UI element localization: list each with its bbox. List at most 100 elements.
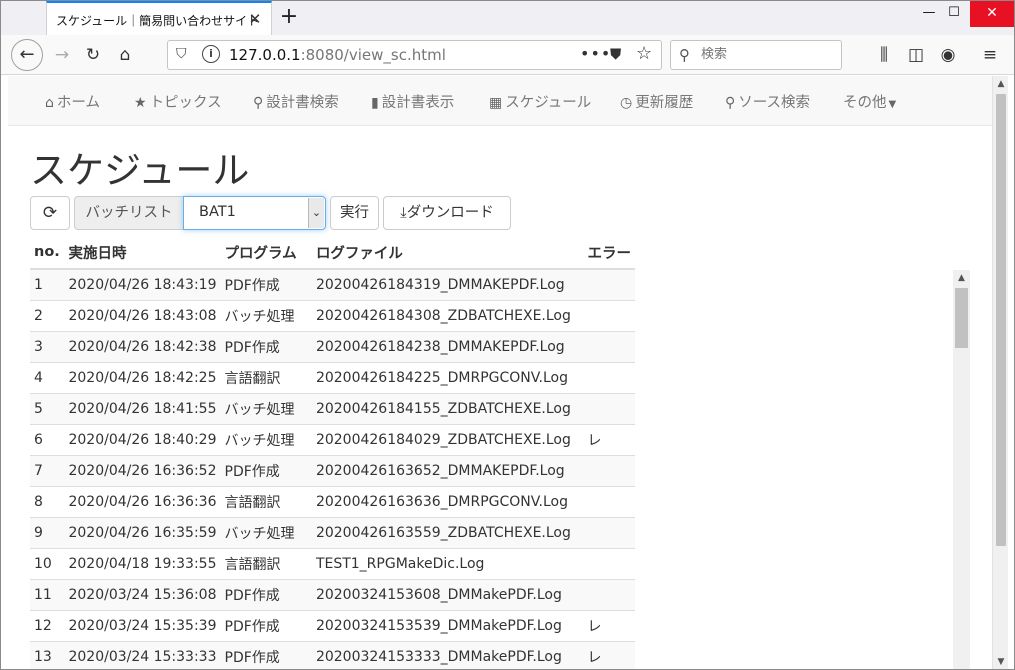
scroll-up-icon[interactable]: ▲: [953, 270, 970, 287]
cell-logfile[interactable]: 20200426184308_ZDBATCHEXE.Log: [311, 299, 584, 331]
maximize-icon[interactable]: ☐: [938, 1, 970, 27]
scroll-up-icon[interactable]: ▲: [993, 76, 1009, 92]
bookmark-star-icon[interactable]: ☆: [636, 43, 652, 64]
table-row[interactable]: 6 2020/04/26 18:40:29 バッチ処理 20200426184029_…: [30, 423, 635, 455]
calendar-icon: ▦: [489, 95, 503, 111]
book-icon: ▮: [371, 95, 379, 111]
more-actions-icon[interactable]: •••: [580, 44, 611, 63]
cell-no: 6: [30, 423, 65, 455]
shield-icon[interactable]: ⛉: [176, 46, 187, 62]
cell-error: [583, 454, 635, 486]
scroll-down-icon[interactable]: ▼: [993, 654, 1009, 669]
search-box[interactable]: ⚲: [670, 40, 842, 70]
cell-datetime: 2020/03/24 15:33:33: [64, 640, 221, 669]
table-row[interactable]: 8 2020/04/26 16:36:36 言語翻訳 20200426163636_D…: [30, 485, 635, 517]
sidebar-icon[interactable]: ◫: [901, 40, 931, 70]
table-row[interactable]: 2 2020/04/26 18:43:08 バッチ処理 20200426184308_…: [30, 299, 635, 331]
info-icon[interactable]: i: [202, 45, 220, 63]
account-icon[interactable]: ◉: [933, 40, 963, 70]
cell-no: 11: [30, 578, 65, 610]
nav-home[interactable]: ⌂ ホーム: [45, 91, 100, 112]
cell-datetime: 2020/04/26 16:36:52: [64, 454, 221, 486]
table-row[interactable]: 5 2020/04/26 18:41:55 バッチ処理 20200426184155_…: [30, 392, 635, 424]
refresh-icon: ⟳: [42, 203, 58, 223]
nav-design-view[interactable]: ▮ 設計書表示: [371, 91, 454, 112]
cell-logfile[interactable]: 20200426184238_DMMAKEPDF.Log: [311, 330, 584, 362]
cell-datetime: 2020/04/26 16:36:36: [64, 485, 221, 517]
cell-logfile[interactable]: 20200426163652_DMMAKEPDF.Log: [311, 454, 584, 486]
chevron-down-icon[interactable]: ⌄: [308, 198, 324, 228]
library-icon[interactable]: ⫼: [869, 40, 899, 70]
run-button[interactable]: 実行: [330, 196, 379, 230]
refresh-button[interactable]: ⟳: [30, 196, 70, 230]
cell-program: PDF作成: [220, 268, 312, 300]
table-scrollbar[interactable]: ▲: [953, 270, 970, 669]
download-button[interactable]: ⤓ダウンロード: [383, 196, 511, 230]
reload-icon[interactable]: ↻: [78, 40, 108, 70]
cell-logfile[interactable]: 20200426184319_DMMAKEPDF.Log: [311, 268, 584, 300]
cell-program: 言語翻訳: [220, 485, 312, 517]
table-row[interactable]: 3 2020/04/26 18:42:38 PDF作成 20200426184238_…: [30, 330, 635, 362]
cell-error: [583, 547, 635, 579]
pocket-icon[interactable]: ⛊: [610, 45, 621, 63]
schedule-table: no. 実施日時 プログラム ログファイル エラー 1 2020/04/26 18…: [30, 236, 635, 669]
table-row[interactable]: 10 2020/04/18 19:33:55 言語翻訳 TEST1_RPGMakeDi…: [30, 547, 635, 579]
home-icon[interactable]: ⌂: [110, 40, 140, 70]
nav-schedule[interactable]: ▦ スケジュール: [489, 91, 591, 112]
search-input[interactable]: [701, 47, 831, 62]
browser-window: スケジュール｜簡易問い合わせサイト ✕ + — ☐ ✕ ← → ↻ ⌂ ⛉ i …: [0, 0, 1015, 670]
nav-history[interactable]: ◷ 更新履歴: [620, 91, 693, 112]
search-icon: ⚲: [679, 46, 690, 64]
table-row[interactable]: 4 2020/04/26 18:42:25 言語翻訳 20200426184225_D…: [30, 361, 635, 393]
cell-program: PDF作成: [220, 578, 312, 610]
cell-error: [583, 485, 635, 517]
home-icon: ⌂: [45, 95, 54, 111]
table-row[interactable]: 7 2020/04/26 16:36:52 PDF作成 20200426163652_…: [30, 454, 635, 486]
cell-logfile[interactable]: 20200324153539_DMMakePDF.Log: [311, 609, 584, 641]
forward-icon[interactable]: →: [47, 40, 77, 70]
cell-program: PDF作成: [220, 609, 312, 641]
cell-logfile[interactable]: TEST1_RPGMakeDic.Log: [311, 547, 584, 579]
site-navbar: ⌂ ホーム ★ トピックス ⚲ 設計書検索 ▮ 設計書表示 ▦ スケジュール ◷ 更新履歴 …: [8, 76, 992, 126]
url-text[interactable]: 127.0.0.1:8080/view_sc.html: [229, 46, 446, 64]
cell-datetime: 2020/04/26 18:43:08: [64, 299, 221, 331]
cell-logfile[interactable]: 20200324153608_DMMakePDF.Log: [311, 578, 584, 610]
nav-design-view-label: 設計書表示: [381, 95, 455, 111]
cell-program: バッチ処理: [220, 299, 312, 331]
cell-program: バッチ処理: [220, 423, 312, 455]
cell-datetime: 2020/03/24 15:35:39: [64, 609, 221, 641]
window-close-icon[interactable]: ✕: [970, 1, 1014, 27]
cell-datetime: 2020/04/26 18:43:19: [64, 268, 221, 300]
hamburger-menu-icon[interactable]: ≡: [975, 40, 1005, 70]
table-row[interactable]: 9 2020/04/26 16:35:59 バッチ処理 20200426163559_…: [30, 516, 635, 548]
cell-logfile[interactable]: 20200426184225_DMRPGCONV.Log: [311, 361, 584, 393]
cell-logfile[interactable]: 20200324153333_DMMakePDF.Log: [311, 640, 584, 669]
cell-error: レ: [583, 609, 635, 641]
table-row[interactable]: 1 2020/04/26 18:43:19 PDF作成 20200426184319_…: [30, 268, 635, 300]
nav-other[interactable]: その他 ▼: [843, 91, 899, 112]
column-header-program: プログラム: [220, 236, 312, 270]
page-scrollbar[interactable]: ▲ ▼: [992, 76, 1009, 669]
cell-error: [583, 268, 635, 300]
batch-select[interactable]: BAT1 ⌄: [183, 196, 326, 230]
new-tab-icon[interactable]: +: [277, 5, 301, 31]
cell-logfile[interactable]: 20200426163636_DMRPGCONV.Log: [311, 485, 584, 517]
table-row[interactable]: 13 2020/03/24 15:33:33 PDF作成 20200324153333…: [30, 640, 635, 669]
address-bar[interactable]: ⛉ i 127.0.0.1:8080/view_sc.html ••• ⛊ ☆: [167, 40, 662, 70]
table-row[interactable]: 12 2020/03/24 15:35:39 PDF作成 20200324153539…: [30, 609, 635, 641]
page-scroll-thumb[interactable]: [996, 94, 1006, 546]
cell-datetime: 2020/04/26 16:35:59: [64, 516, 221, 548]
back-icon[interactable]: ←: [11, 39, 43, 71]
nav-source-search[interactable]: ⚲ ソース検索: [725, 91, 810, 112]
nav-design-search[interactable]: ⚲ 設計書検索: [253, 91, 339, 112]
nav-topics[interactable]: ★ トピックス: [134, 91, 222, 112]
table-row[interactable]: 11 2020/03/24 15:36:08 PDF作成 20200324153608…: [30, 578, 635, 610]
cell-logfile[interactable]: 20200426184155_ZDBATCHEXE.Log: [311, 392, 584, 424]
nav-other-label: その他: [843, 95, 887, 111]
column-header-no: no.: [30, 236, 65, 270]
cell-logfile[interactable]: 20200426163559_ZDBATCHEXE.Log: [311, 516, 584, 548]
close-tab-icon[interactable]: ✕: [245, 9, 265, 29]
browser-tab[interactable]: スケジュール｜簡易問い合わせサイト ✕: [46, 1, 272, 35]
table-scroll-thumb[interactable]: [955, 288, 968, 348]
cell-logfile[interactable]: 20200426184029_ZDBATCHEXE.Log: [311, 423, 584, 455]
